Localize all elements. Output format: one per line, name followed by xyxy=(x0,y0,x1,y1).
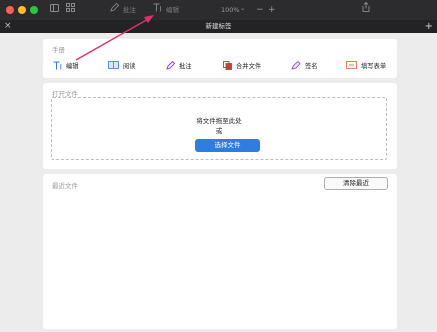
grid-view-icon[interactable] xyxy=(66,0,75,20)
tool-read-label: 阅读 xyxy=(123,62,136,70)
sidebar-toggle-icon[interactable] xyxy=(50,0,59,20)
or-label: 或 xyxy=(215,127,223,135)
handbook-panel: 手册 编辑 阅读 批注 合并文件 签名 填写表单 xyxy=(43,39,397,78)
tool-merge[interactable]: 合并文件 xyxy=(223,60,261,70)
minimize-window-button[interactable] xyxy=(18,6,26,14)
zoom-in-button[interactable]: + xyxy=(268,0,276,20)
book-icon xyxy=(108,61,119,69)
zoom-window-button[interactable] xyxy=(30,6,38,14)
tool-merge-label: 合并文件 xyxy=(236,62,262,70)
merge-files-icon xyxy=(223,60,232,70)
zoom-dropdown-icon[interactable]: ⌄ xyxy=(240,0,245,18)
choose-file-button[interactable]: 选择文件 xyxy=(195,139,260,152)
tool-annotate-label: 批注 xyxy=(179,62,192,70)
tool-edit-label: 编辑 xyxy=(66,62,79,70)
tab-title[interactable]: 新建标签 xyxy=(0,20,437,33)
signature-pen-icon xyxy=(291,60,301,70)
annotate-pen-icon[interactable] xyxy=(110,0,120,20)
drop-instruction: 将文件拖至此处 xyxy=(196,117,242,125)
new-tab-button[interactable]: + xyxy=(425,20,433,33)
tool-sign[interactable]: 签名 xyxy=(291,60,318,70)
recent-files-panel: 最近文件 清除最近 xyxy=(43,174,397,329)
close-window-button[interactable] xyxy=(6,6,14,14)
tool-edit[interactable]: 编辑 xyxy=(53,60,79,70)
recent-files-title: 最近文件 xyxy=(52,182,78,190)
form-icon xyxy=(346,61,357,69)
share-icon[interactable] xyxy=(362,0,370,20)
zoom-out-button[interactable]: − xyxy=(256,0,264,20)
tool-fill-form[interactable]: 填写表单 xyxy=(346,60,386,70)
clear-recent-button[interactable]: 清除最近 xyxy=(324,177,388,190)
text-edit-icon xyxy=(53,61,62,70)
file-drop-zone[interactable]: 将文件拖至此处 或 选择文件 xyxy=(51,97,387,160)
tool-fill-form-label: 填写表单 xyxy=(361,62,387,70)
tool-annotate[interactable]: 批注 xyxy=(166,60,192,70)
tool-read[interactable]: 阅读 xyxy=(108,60,136,70)
annotate-label[interactable]: 批注 xyxy=(123,0,136,20)
tool-sign-label: 签名 xyxy=(305,62,318,70)
pen-icon xyxy=(166,60,175,70)
open-file-panel: 打开文件 将文件拖至此处 或 选择文件 xyxy=(43,83,397,169)
title-bar: 批注 编辑 100% ⌄ − + xyxy=(0,0,437,20)
zoom-level[interactable]: 100% xyxy=(221,0,240,20)
tab-bar: × 新建标签 + xyxy=(0,20,437,33)
edit-text-icon[interactable] xyxy=(153,0,162,20)
edit-label[interactable]: 编辑 xyxy=(166,0,179,20)
handbook-title: 手册 xyxy=(52,46,65,54)
